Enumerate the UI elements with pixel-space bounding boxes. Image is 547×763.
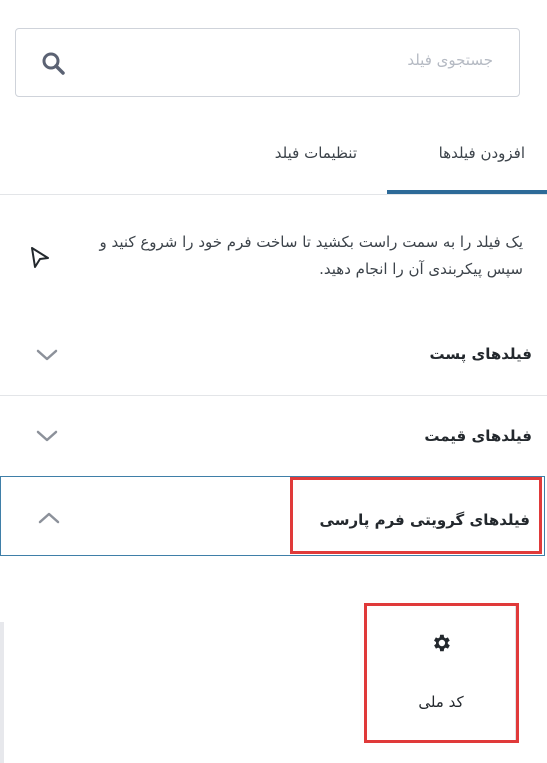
- chevron-down-icon[interactable]: [35, 429, 59, 443]
- chevron-down-icon[interactable]: [35, 348, 59, 362]
- tab-add-fields[interactable]: افزودن فیلدها: [439, 144, 525, 162]
- highlight-box-field: [364, 603, 519, 743]
- tab-field-settings[interactable]: تنظیمات فیلد: [275, 144, 357, 162]
- highlight-box-section: [290, 477, 542, 554]
- chevron-up-icon[interactable]: [37, 511, 61, 525]
- pointer-icon: [31, 247, 49, 268]
- section-price-fields[interactable]: فیلدهای قیمت: [0, 396, 547, 476]
- search-field-box[interactable]: جستجوی فیلد: [15, 28, 520, 97]
- search-input[interactable]: جستجوی فیلد: [407, 51, 493, 69]
- drag-hint-text: یک فیلد را به سمت راست بکشید تا ساخت فرم…: [99, 233, 523, 278]
- scroll-track: [0, 622, 4, 763]
- section-post-fields[interactable]: فیلدهای پست: [0, 326, 547, 396]
- section-title: فیلدهای پست: [429, 345, 532, 363]
- search-icon[interactable]: [40, 50, 66, 76]
- tabs-divider: [0, 194, 547, 195]
- section-title: فیلدهای قیمت: [424, 427, 532, 445]
